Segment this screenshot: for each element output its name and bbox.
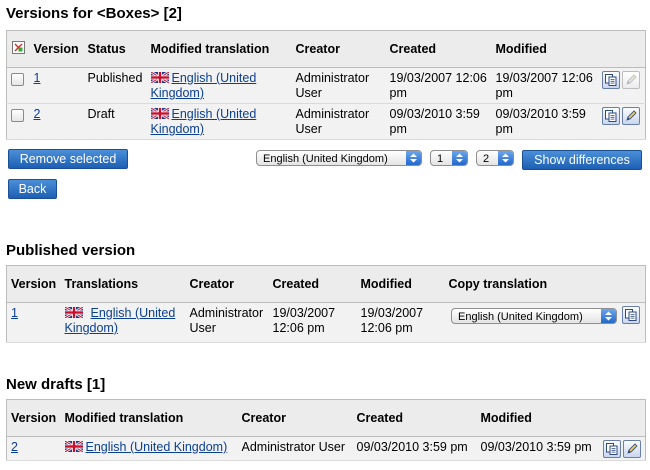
version-link[interactable]: 2 xyxy=(11,440,18,454)
language-select-value: English (United Kingdom) xyxy=(263,153,388,165)
table-row: 2 English (United Kingdom) Administrator… xyxy=(6,436,646,461)
table-header-row: Version Status Modified translation Crea… xyxy=(6,30,646,68)
creator-text: Administrator User xyxy=(185,302,269,343)
chevron-updown-icon xyxy=(601,309,616,323)
col-modified: Modified xyxy=(491,30,598,68)
created-text: 09/03/2010 3:59 pm xyxy=(352,436,477,461)
modified-text: 09/03/2010 3:59 pm xyxy=(491,103,598,140)
col-modified-translation: Modified translation xyxy=(146,30,292,68)
row-checkbox[interactable] xyxy=(11,109,24,122)
col-actions xyxy=(597,30,646,68)
chevron-updown-icon xyxy=(406,151,421,165)
uk-flag-icon xyxy=(65,441,83,452)
edit-icon[interactable] xyxy=(622,440,641,458)
copy-translation-select[interactable]: English (United Kingdom) xyxy=(451,308,617,324)
modified-text: 19/03/2007 12:06 pm xyxy=(491,67,598,104)
version-link[interactable]: 2 xyxy=(34,107,41,121)
col-modified-translation: Modified translation xyxy=(60,399,238,437)
status-text: Draft xyxy=(83,103,147,140)
toggle-select-all[interactable] xyxy=(6,30,30,68)
table-row: 2 Draft English (United Kingdom) Adminis… xyxy=(6,103,646,140)
published-table: Version Translations Creator Created Mod… xyxy=(6,265,646,343)
status-text: Published xyxy=(83,67,147,104)
created-text: 19/03/2007 12:06 pm xyxy=(268,302,357,343)
col-version: Version xyxy=(29,30,84,68)
from-version-select[interactable]: 1 xyxy=(430,150,468,166)
col-created: Created xyxy=(352,399,477,437)
to-version-select[interactable]: 2 xyxy=(476,150,514,166)
copy-icon[interactable] xyxy=(601,71,620,89)
copy-icon[interactable] xyxy=(621,306,640,324)
col-creator: Creator xyxy=(237,399,353,437)
show-differences-button[interactable]: Show differences xyxy=(522,150,642,170)
col-modified: Modified xyxy=(356,265,445,303)
col-created: Created xyxy=(385,30,492,68)
col-created: Created xyxy=(268,265,357,303)
col-actions xyxy=(617,265,646,303)
col-version: Version xyxy=(6,265,61,303)
col-translations: Translations xyxy=(60,265,186,303)
table-row: 1 Published English (United Kingdom) Adm… xyxy=(6,67,646,104)
version-link[interactable]: 1 xyxy=(34,71,41,85)
language-select[interactable]: English (United Kingdom) xyxy=(256,150,422,166)
edit-icon[interactable] xyxy=(621,107,640,125)
translation-link[interactable]: English (United Kingdom) xyxy=(86,440,228,454)
published-title: Published version xyxy=(6,242,136,259)
drafts-table: Version Modified translation Creator Cre… xyxy=(6,399,646,461)
version-link[interactable]: 1 xyxy=(11,306,18,320)
to-version-value: 2 xyxy=(483,153,490,165)
uk-flag-icon xyxy=(151,72,169,83)
from-version-value: 1 xyxy=(437,153,444,165)
creator-text: Administrator User xyxy=(291,67,386,104)
col-modified: Modified xyxy=(476,399,599,437)
creator-text: Administrator User xyxy=(291,103,386,140)
uk-flag-icon xyxy=(151,108,169,119)
uk-flag-icon xyxy=(65,307,83,318)
edit-disabled-icon xyxy=(621,71,640,89)
versions-table: Version Status Modified translation Crea… xyxy=(6,30,646,140)
drafts-title: New drafts [1] xyxy=(6,376,106,393)
table-header-row: Version Translations Creator Created Mod… xyxy=(6,265,646,303)
col-copy-translation: Copy translation xyxy=(444,265,618,303)
row-checkbox[interactable] xyxy=(11,73,24,86)
creator-text: Administrator User xyxy=(237,436,353,461)
toggle-selection-icon[interactable] xyxy=(12,41,25,54)
created-text: 19/03/2007 12:06 pm xyxy=(385,67,492,104)
copy-icon[interactable] xyxy=(602,440,621,458)
versions-title: Versions for <Boxes> [2] xyxy=(6,5,182,22)
remove-selected-button[interactable]: Remove selected xyxy=(8,149,128,169)
back-button[interactable]: Back xyxy=(8,179,57,199)
col-actions xyxy=(598,399,646,437)
table-header-row: Version Modified translation Creator Cre… xyxy=(6,399,646,437)
created-text: 09/03/2010 3:59 pm xyxy=(385,103,492,140)
modified-text: 09/03/2010 3:59 pm xyxy=(476,436,599,461)
chevron-updown-icon xyxy=(498,151,513,165)
col-version: Version xyxy=(6,399,61,437)
col-status: Status xyxy=(83,30,147,68)
col-creator: Creator xyxy=(291,30,386,68)
chevron-updown-icon xyxy=(452,151,467,165)
col-creator: Creator xyxy=(185,265,269,303)
modified-text: 19/03/2007 12:06 pm xyxy=(356,302,445,343)
copy-translation-value: English (United Kingdom) xyxy=(458,311,583,323)
copy-icon[interactable] xyxy=(601,107,620,125)
